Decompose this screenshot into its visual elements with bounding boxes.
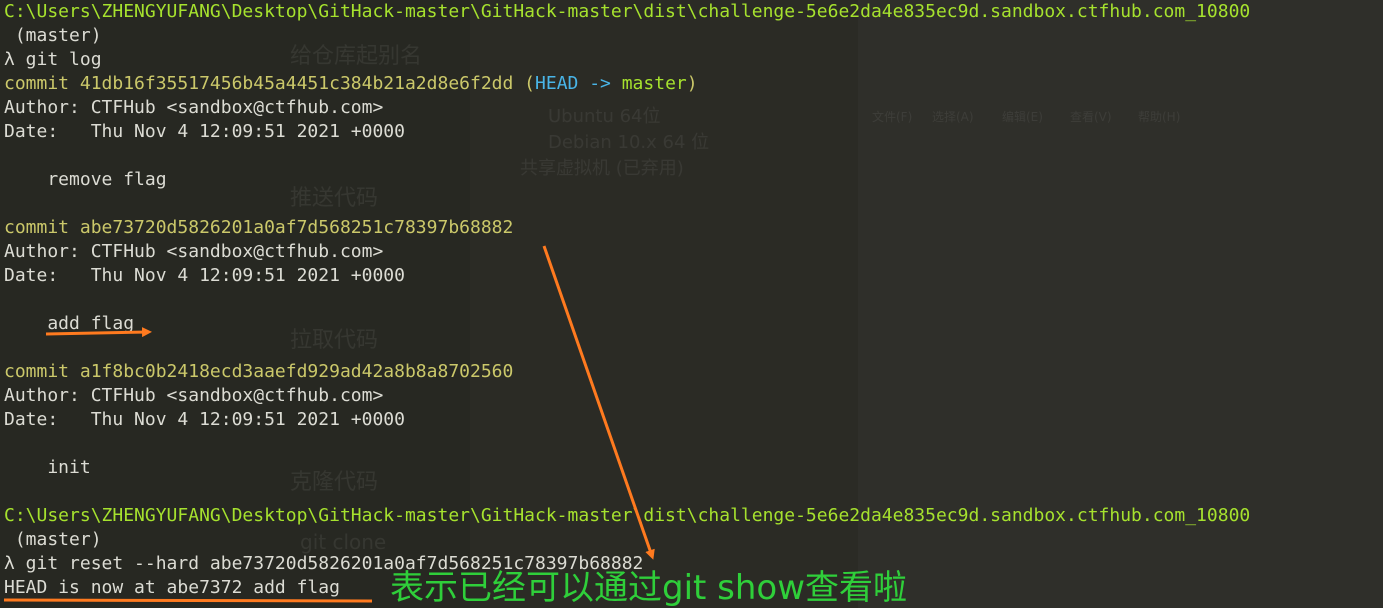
add-flag-arrow <box>45 327 152 338</box>
annotation-overlay <box>3 245 655 603</box>
head-underline <box>3 598 373 603</box>
commit-to-reset-arrow <box>542 245 655 560</box>
annotation-text: 表示已经可以通过git show查看啦 <box>390 568 908 608</box>
